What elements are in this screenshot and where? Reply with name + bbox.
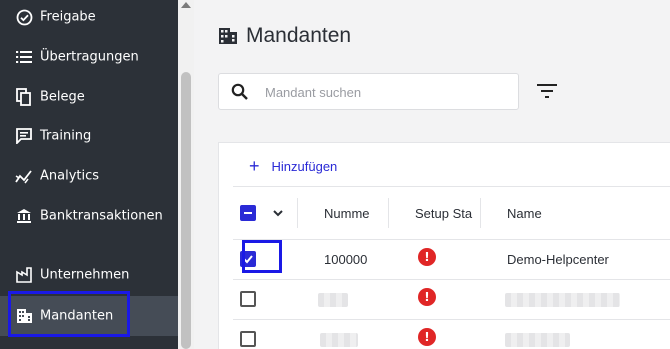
scrollbar-thumb[interactable] <box>181 72 191 349</box>
sidebar-item-analytics[interactable]: Analytics <box>0 156 178 196</box>
table-row[interactable]: ! <box>233 280 670 320</box>
chevron-down-icon[interactable] <box>272 204 284 223</box>
sidebar-scrollbar[interactable] <box>178 0 194 349</box>
column-header-setup-status[interactable]: Setup Sta <box>415 206 478 221</box>
sidebar-item-uebertragungen[interactable]: Übertragungen <box>0 37 178 77</box>
column-header-name[interactable]: Name <box>507 206 542 221</box>
column-separator <box>388 198 389 228</box>
warning-icon: ! <box>418 328 436 346</box>
documents-icon <box>15 88 33 106</box>
sidebar: Freigabe Übertragungen Belege Training A… <box>0 0 178 349</box>
column-separator <box>480 198 481 228</box>
warning-icon: ! <box>418 248 436 266</box>
search-icon <box>231 83 249 105</box>
scroll-up-arrow-icon[interactable] <box>181 2 191 8</box>
check-circle-icon <box>15 8 33 26</box>
column-header-number[interactable]: Numme <box>324 206 370 221</box>
redacted-name <box>505 293 620 307</box>
main-content: Mandanten + Hinzufügen Numme Setup Sta N… <box>194 0 670 349</box>
sidebar-item-training[interactable]: Training <box>0 116 178 156</box>
sidebar-item-belege[interactable]: Belege <box>0 77 178 117</box>
row-checkbox[interactable] <box>240 331 256 347</box>
sidebar-item-label: Übertragungen <box>40 49 139 65</box>
sidebar-item-unternehmen[interactable]: Unternehmen <box>0 255 178 295</box>
warning-icon: ! <box>418 288 436 306</box>
company-icon <box>15 266 33 284</box>
analytics-icon <box>15 167 33 185</box>
page-title: Mandanten <box>246 24 352 47</box>
clients-table-card: + Hinzufügen Numme Setup Sta Name 100000… <box>218 142 670 349</box>
bank-icon <box>15 207 33 225</box>
list-icon <box>15 48 33 66</box>
select-all-checkbox[interactable] <box>240 205 256 221</box>
sidebar-item-label: Freigabe <box>40 9 96 25</box>
annotation-highlight <box>242 240 282 273</box>
building-icon <box>218 27 238 49</box>
redacted-name <box>505 333 570 347</box>
client-name: Demo-Helpcenter <box>507 252 609 267</box>
table-header: Numme Setup Sta Name <box>233 186 670 240</box>
annotation-highlight <box>8 291 130 337</box>
chat-icon <box>15 127 33 145</box>
filter-icon[interactable] <box>537 83 557 102</box>
add-client-button[interactable]: + Hinzufügen <box>249 155 337 177</box>
search-box[interactable] <box>218 73 519 110</box>
client-number: 100000 <box>324 252 368 267</box>
sidebar-item-label: Belege <box>40 89 85 105</box>
sidebar-item-label: Unternehmen <box>40 267 130 283</box>
redacted-number <box>320 333 358 347</box>
sidebar-item-freigabe[interactable]: Freigabe <box>0 0 178 37</box>
column-separator <box>297 198 298 228</box>
table-row[interactable]: ! <box>233 320 670 349</box>
sidebar-item-banktransaktionen[interactable]: Banktransaktionen <box>0 196 178 236</box>
table-row[interactable]: 100000 ! Demo-Helpcenter <box>233 240 670 280</box>
sidebar-item-label: Training <box>40 128 92 144</box>
redacted-number <box>318 293 348 307</box>
search-input[interactable] <box>265 82 505 102</box>
sidebar-item-label: Banktransaktionen <box>40 208 163 224</box>
sidebar-item-label: Analytics <box>40 168 100 184</box>
row-checkbox[interactable] <box>240 291 256 307</box>
add-button-label: Hinzufügen <box>271 158 338 174</box>
plus-icon: + <box>249 156 260 176</box>
